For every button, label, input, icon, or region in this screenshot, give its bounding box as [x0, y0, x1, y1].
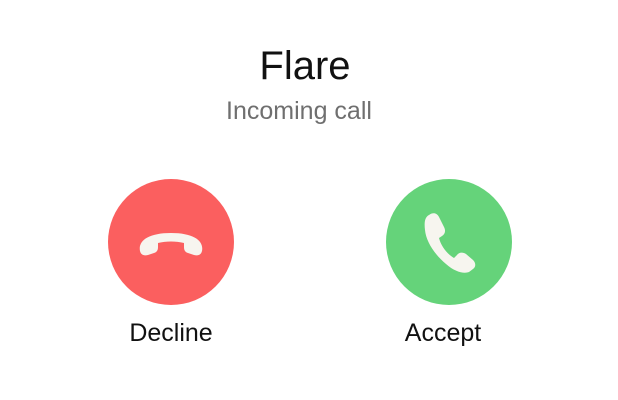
caller-name: Flare	[259, 44, 351, 88]
incoming-call-screen: Flare Incoming call Decline Accept	[0, 0, 618, 400]
call-status: Incoming call	[226, 97, 372, 125]
decline-button[interactable]	[108, 179, 234, 305]
phone-icon	[420, 211, 478, 273]
accept-label: Accept	[404, 319, 482, 347]
accept-button[interactable]	[386, 179, 512, 305]
phone-hangup-icon	[134, 225, 208, 259]
decline-label: Decline	[129, 319, 213, 347]
